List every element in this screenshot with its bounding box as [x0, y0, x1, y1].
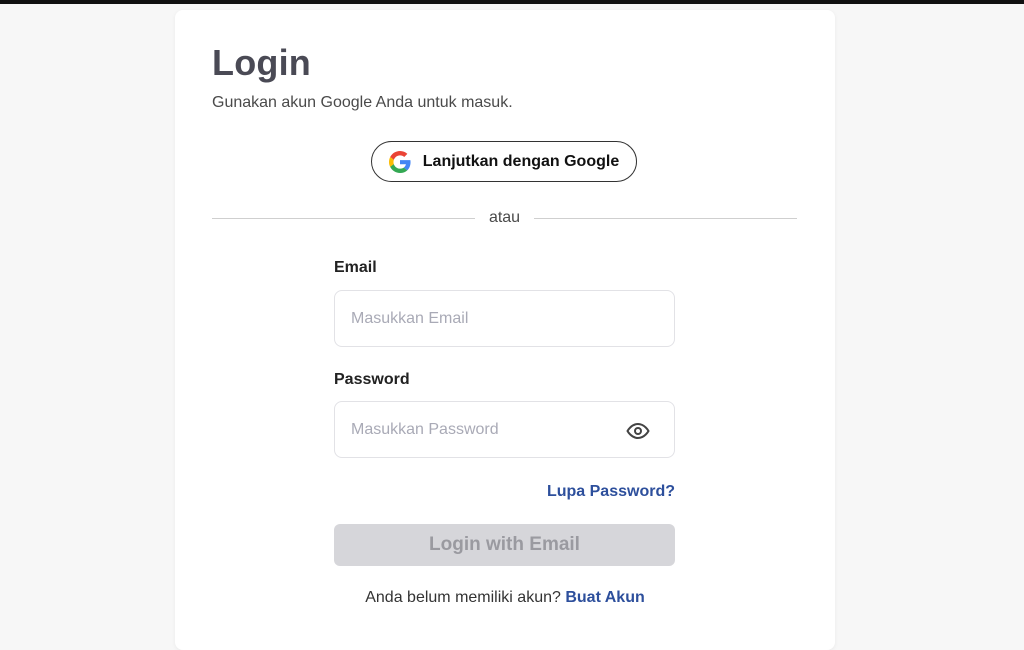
login-card: Login Gunakan akun Google Anda untuk mas…	[175, 10, 835, 650]
eye-icon[interactable]	[626, 419, 650, 443]
email-field[interactable]	[335, 291, 674, 346]
signup-prompt-row: Anda belum memiliki akun? Buat Akun	[175, 589, 835, 607]
google-login-label: Lanjutkan dengan Google	[422, 152, 620, 170]
divider-line-right	[534, 217, 798, 219]
divider-text: atau	[488, 209, 521, 226]
google-g-icon	[388, 150, 411, 173]
or-divider: atau	[212, 208, 798, 228]
password-field[interactable]	[335, 402, 674, 457]
login-with-email-button[interactable]: Login with Email	[334, 524, 675, 566]
email-label: Email	[334, 259, 377, 276]
google-login-button[interactable]: Lanjutkan dengan Google	[371, 141, 637, 182]
password-field-wrapper	[334, 401, 675, 458]
top-border	[0, 0, 1024, 4]
signup-prompt-text: Anda belum memiliki akun?	[365, 589, 561, 606]
email-field-wrapper	[334, 290, 675, 347]
password-label: Password	[334, 371, 410, 388]
page-subtitle: Gunakan akun Google Anda untuk masuk.	[212, 94, 513, 111]
divider-line-left	[212, 217, 475, 219]
create-account-link[interactable]: Buat Akun	[565, 589, 644, 606]
forgot-password-link[interactable]: Lupa Password?	[547, 483, 675, 501]
page-title: Login	[212, 42, 311, 83]
